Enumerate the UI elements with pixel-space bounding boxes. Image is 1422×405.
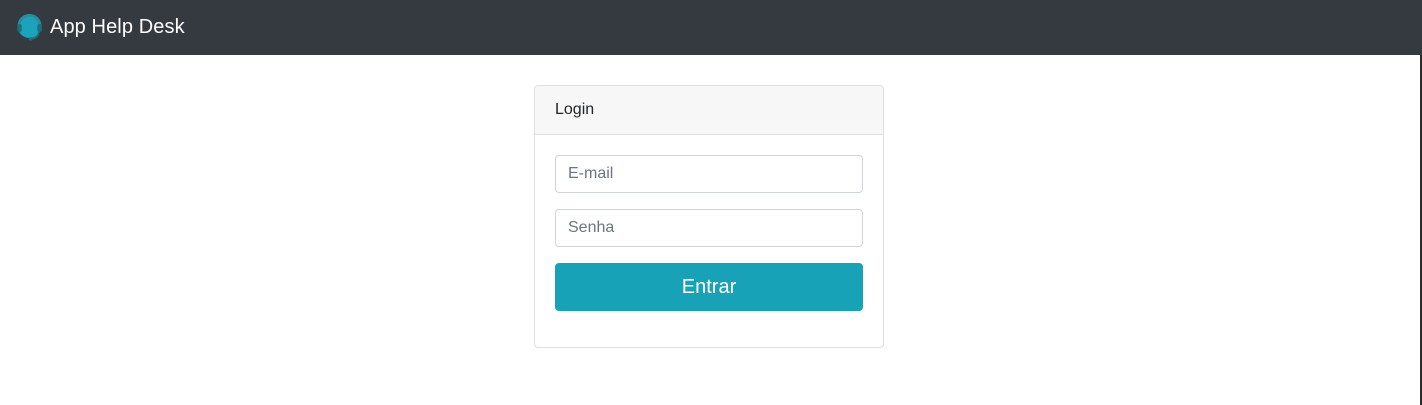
- login-card-header: Login: [535, 86, 883, 135]
- email-field[interactable]: [555, 155, 863, 193]
- brand-title[interactable]: App Help Desk: [50, 16, 185, 39]
- headset-support-icon[interactable]: [15, 13, 44, 42]
- login-submit-button[interactable]: Entrar: [555, 263, 863, 311]
- page: App Help Desk Login Entrar: [0, 0, 1422, 405]
- login-title: Login: [555, 101, 595, 118]
- password-field[interactable]: [555, 209, 863, 247]
- top-navbar: App Help Desk: [0, 0, 1422, 55]
- login-card: Login Entrar: [534, 85, 884, 348]
- login-card-body: Entrar: [535, 135, 883, 311]
